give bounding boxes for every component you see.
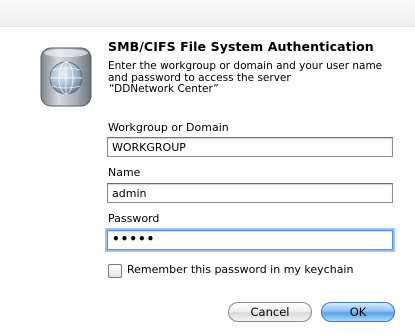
dialog-title: SMB/CIFS File System Authentication <box>108 39 374 54</box>
password-input[interactable]: ••••• <box>107 230 393 250</box>
remember-password-label: Remember this password in my keychain <box>127 263 354 276</box>
network-server-globe-icon <box>40 47 92 107</box>
dialog-title-bar <box>0 0 415 27</box>
authentication-dialog: SMB/CIFS File System Authentication Ente… <box>0 0 415 335</box>
password-label: Password <box>108 212 160 225</box>
password-value: ••••• <box>112 232 156 246</box>
ok-button[interactable]: OK <box>321 302 395 322</box>
name-value: admin <box>112 187 147 200</box>
name-input[interactable]: admin <box>107 183 393 203</box>
workgroup-input[interactable]: WORKGROUP <box>107 137 393 157</box>
cancel-button[interactable]: Cancel <box>228 302 312 322</box>
server-name: “DDNetwork Center” <box>109 83 219 95</box>
remember-password-checkbox[interactable] <box>108 264 122 278</box>
name-label: Name <box>108 166 141 179</box>
dialog-message: Enter the workgroup or domain and your u… <box>108 60 398 96</box>
workgroup-label: Workgroup or Domain <box>108 121 229 134</box>
workgroup-value: WORKGROUP <box>112 141 186 154</box>
message-line: Enter the workgroup or domain and your u… <box>108 60 383 72</box>
